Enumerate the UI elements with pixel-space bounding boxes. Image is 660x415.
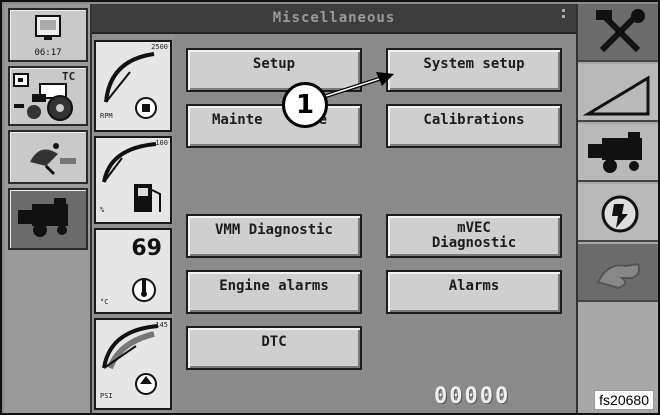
tc-label: TC: [62, 70, 76, 83]
hand-icon: [596, 262, 641, 290]
monitor-icon: [35, 15, 61, 40]
engine-alarms-button[interactable]: Engine alarms: [186, 270, 362, 314]
tc-tractor-button[interactable]: TC: [8, 66, 88, 126]
oil-max-label: 145: [155, 321, 168, 329]
satellite-button[interactable]: [8, 130, 88, 184]
oil-pressure-gauge: 145 PSI: [94, 318, 172, 410]
mvec-label-line2: Diagnostic: [431, 235, 517, 251]
left-icon-column: 06:17 TC: [4, 4, 92, 413]
fuel-unit: %: [100, 206, 105, 214]
coolant-unit: °C: [100, 298, 109, 306]
calibrations-button[interactable]: Calibrations: [386, 104, 562, 148]
combine-button[interactable]: [8, 188, 88, 250]
rpm-gauge: 2500 RPM: [94, 40, 172, 132]
slope-icon: [582, 75, 650, 116]
page-title: Miscellaneous: [272, 10, 396, 26]
fuel-dial: [102, 142, 161, 212]
coolant-gauge: 69 °C: [94, 228, 172, 314]
harvester-button[interactable]: [578, 124, 658, 182]
mvec-label-line1: mVEC: [457, 220, 491, 236]
maintenance-button[interactable]: Mainte e: [186, 104, 362, 148]
satellite-gps-icon: [30, 143, 76, 176]
rpm-max-label: 2500: [151, 43, 168, 51]
screen-header: Miscellaneous: [92, 4, 576, 34]
figure-label: fs20680: [594, 390, 654, 410]
clock-button[interactable]: 06:17: [8, 8, 88, 62]
system-setup-button[interactable]: System setup: [386, 48, 562, 92]
clock-readout: 06:17: [34, 48, 62, 58]
gauge-column: 2500 RPM 100 % 69 °C 145 PSI: [92, 4, 174, 413]
operator-button[interactable]: [578, 244, 658, 302]
vmm-diagnostic-button[interactable]: VMM Diagnostic: [186, 214, 362, 258]
hour-counter: 00000: [434, 384, 511, 409]
fuel-gauge: 100 %: [94, 136, 172, 224]
maintenance-label: Mainte: [212, 112, 263, 128]
engine-icon: [601, 195, 639, 233]
rpm-unit: RPM: [100, 112, 113, 120]
ramp-button[interactable]: [578, 64, 658, 122]
engine-button[interactable]: [578, 184, 658, 242]
combine-harvester-icon: [18, 198, 68, 237]
alarms-button[interactable]: Alarms: [386, 270, 562, 314]
combine-harvester-icon-right: [588, 132, 642, 173]
dtc-button[interactable]: DTC: [186, 326, 362, 370]
callout-arrow: [325, 72, 394, 98]
right-icon-column: [576, 4, 658, 413]
scroll-indicator-icon: [562, 9, 566, 23]
tools-button[interactable]: [578, 4, 658, 62]
fuel-max-label: 100: [155, 139, 168, 147]
display-frame: 06:17 TC 2500 RPM 100 % 69 °C 145 PSI Mi…: [0, 0, 660, 415]
oil-unit: PSI: [100, 392, 113, 400]
callout-number: 1: [282, 82, 328, 128]
tools-icon: [596, 9, 645, 53]
mvec-diagnostic-button[interactable]: mVEC Diagnostic: [386, 214, 562, 258]
